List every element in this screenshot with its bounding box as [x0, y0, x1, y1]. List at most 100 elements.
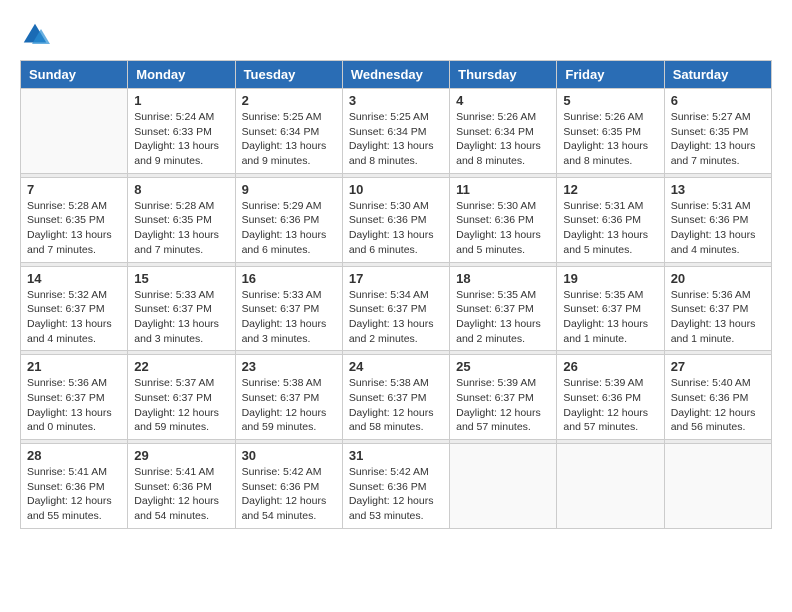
day-number: 23	[242, 359, 336, 374]
day-info: Sunrise: 5:32 AM Sunset: 6:37 PM Dayligh…	[27, 288, 121, 347]
day-info: Sunrise: 5:35 AM Sunset: 6:37 PM Dayligh…	[456, 288, 550, 347]
day-info: Sunrise: 5:41 AM Sunset: 6:36 PM Dayligh…	[134, 465, 228, 524]
day-info: Sunrise: 5:37 AM Sunset: 6:37 PM Dayligh…	[134, 376, 228, 435]
day-number: 31	[349, 448, 443, 463]
day-number: 7	[27, 182, 121, 197]
day-info: Sunrise: 5:28 AM Sunset: 6:35 PM Dayligh…	[27, 199, 121, 258]
calendar-cell: 12 Sunrise: 5:31 AM Sunset: 6:36 PM Dayli…	[557, 177, 664, 262]
day-number: 29	[134, 448, 228, 463]
day-number: 1	[134, 93, 228, 108]
day-info: Sunrise: 5:42 AM Sunset: 6:36 PM Dayligh…	[349, 465, 443, 524]
calendar-header-row: SundayMondayTuesdayWednesdayThursdayFrid…	[21, 61, 772, 89]
day-number: 18	[456, 271, 550, 286]
day-info: Sunrise: 5:27 AM Sunset: 6:35 PM Dayligh…	[671, 110, 765, 169]
day-info: Sunrise: 5:36 AM Sunset: 6:37 PM Dayligh…	[27, 376, 121, 435]
calendar-cell: 5 Sunrise: 5:26 AM Sunset: 6:35 PM Daylig…	[557, 89, 664, 174]
day-number: 21	[27, 359, 121, 374]
day-number: 12	[563, 182, 657, 197]
day-info: Sunrise: 5:25 AM Sunset: 6:34 PM Dayligh…	[349, 110, 443, 169]
day-number: 6	[671, 93, 765, 108]
day-number: 19	[563, 271, 657, 286]
calendar-cell: 7 Sunrise: 5:28 AM Sunset: 6:35 PM Daylig…	[21, 177, 128, 262]
day-info: Sunrise: 5:31 AM Sunset: 6:36 PM Dayligh…	[563, 199, 657, 258]
calendar-cell: 8 Sunrise: 5:28 AM Sunset: 6:35 PM Daylig…	[128, 177, 235, 262]
calendar-cell: 29 Sunrise: 5:41 AM Sunset: 6:36 PM Dayli…	[128, 444, 235, 529]
day-info: Sunrise: 5:28 AM Sunset: 6:35 PM Dayligh…	[134, 199, 228, 258]
col-header-monday: Monday	[128, 61, 235, 89]
day-number: 25	[456, 359, 550, 374]
day-info: Sunrise: 5:26 AM Sunset: 6:35 PM Dayligh…	[563, 110, 657, 169]
week-row-5: 28 Sunrise: 5:41 AM Sunset: 6:36 PM Dayli…	[21, 444, 772, 529]
calendar-cell: 9 Sunrise: 5:29 AM Sunset: 6:36 PM Daylig…	[235, 177, 342, 262]
day-number: 30	[242, 448, 336, 463]
col-header-sunday: Sunday	[21, 61, 128, 89]
day-number: 3	[349, 93, 443, 108]
week-row-1: 1 Sunrise: 5:24 AM Sunset: 6:33 PM Daylig…	[21, 89, 772, 174]
day-number: 5	[563, 93, 657, 108]
day-number: 17	[349, 271, 443, 286]
calendar-cell: 4 Sunrise: 5:26 AM Sunset: 6:34 PM Daylig…	[450, 89, 557, 174]
day-number: 14	[27, 271, 121, 286]
day-info: Sunrise: 5:29 AM Sunset: 6:36 PM Dayligh…	[242, 199, 336, 258]
day-number: 2	[242, 93, 336, 108]
calendar-cell: 19 Sunrise: 5:35 AM Sunset: 6:37 PM Dayli…	[557, 266, 664, 351]
page-header	[20, 20, 772, 50]
calendar-cell: 10 Sunrise: 5:30 AM Sunset: 6:36 PM Dayli…	[342, 177, 449, 262]
day-info: Sunrise: 5:38 AM Sunset: 6:37 PM Dayligh…	[242, 376, 336, 435]
day-number: 11	[456, 182, 550, 197]
day-info: Sunrise: 5:30 AM Sunset: 6:36 PM Dayligh…	[456, 199, 550, 258]
day-number: 16	[242, 271, 336, 286]
day-info: Sunrise: 5:35 AM Sunset: 6:37 PM Dayligh…	[563, 288, 657, 347]
week-row-2: 7 Sunrise: 5:28 AM Sunset: 6:35 PM Daylig…	[21, 177, 772, 262]
week-row-3: 14 Sunrise: 5:32 AM Sunset: 6:37 PM Dayli…	[21, 266, 772, 351]
day-info: Sunrise: 5:31 AM Sunset: 6:36 PM Dayligh…	[671, 199, 765, 258]
col-header-tuesday: Tuesday	[235, 61, 342, 89]
calendar-cell: 26Sunrise: 5:39 AM Sunset: 6:36 PM Dayli…	[557, 355, 664, 440]
calendar-cell: 31 Sunrise: 5:42 AM Sunset: 6:36 PM Dayli…	[342, 444, 449, 529]
day-info: Sunrise: 5:33 AM Sunset: 6:37 PM Dayligh…	[242, 288, 336, 347]
calendar-cell: 11 Sunrise: 5:30 AM Sunset: 6:36 PM Dayli…	[450, 177, 557, 262]
day-info: Sunrise: 5:30 AM Sunset: 6:36 PM Dayligh…	[349, 199, 443, 258]
day-number: 24	[349, 359, 443, 374]
calendar-cell: 18 Sunrise: 5:35 AM Sunset: 6:37 PM Dayli…	[450, 266, 557, 351]
day-info: Sunrise: 5:26 AM Sunset: 6:34 PM Dayligh…	[456, 110, 550, 169]
day-number: 9	[242, 182, 336, 197]
calendar-cell	[557, 444, 664, 529]
day-info: Sunrise: 5:24 AM Sunset: 6:33 PM Dayligh…	[134, 110, 228, 169]
day-info: Sunrise: 5:34 AM Sunset: 6:37 PM Dayligh…	[349, 288, 443, 347]
day-info: Sunrise: 5:36 AM Sunset: 6:37 PM Dayligh…	[671, 288, 765, 347]
day-number: 4	[456, 93, 550, 108]
calendar-cell: 22 Sunrise: 5:37 AM Sunset: 6:37 PM Dayli…	[128, 355, 235, 440]
day-number: 27	[671, 359, 765, 374]
calendar-cell: 13Sunrise: 5:31 AM Sunset: 6:36 PM Dayli…	[664, 177, 771, 262]
day-info: Sunrise: 5:33 AM Sunset: 6:37 PM Dayligh…	[134, 288, 228, 347]
calendar-cell: 14 Sunrise: 5:32 AM Sunset: 6:37 PM Dayli…	[21, 266, 128, 351]
calendar-cell: 25 Sunrise: 5:39 AM Sunset: 6:37 PM Dayli…	[450, 355, 557, 440]
logo	[20, 20, 52, 50]
calendar-cell: 30 Sunrise: 5:42 AM Sunset: 6:36 PM Dayli…	[235, 444, 342, 529]
day-info: Sunrise: 5:25 AM Sunset: 6:34 PM Dayligh…	[242, 110, 336, 169]
calendar-cell: 17 Sunrise: 5:34 AM Sunset: 6:37 PM Dayli…	[342, 266, 449, 351]
calendar-cell: 2 Sunrise: 5:25 AM Sunset: 6:34 PM Daylig…	[235, 89, 342, 174]
col-header-friday: Friday	[557, 61, 664, 89]
week-row-4: 21 Sunrise: 5:36 AM Sunset: 6:37 PM Dayli…	[21, 355, 772, 440]
calendar-cell: 24 Sunrise: 5:38 AM Sunset: 6:37 PM Dayli…	[342, 355, 449, 440]
day-info: Sunrise: 5:38 AM Sunset: 6:37 PM Dayligh…	[349, 376, 443, 435]
calendar-cell	[450, 444, 557, 529]
day-number: 8	[134, 182, 228, 197]
day-number: 10	[349, 182, 443, 197]
day-number: 28	[27, 448, 121, 463]
day-number: 15	[134, 271, 228, 286]
calendar-cell: 1 Sunrise: 5:24 AM Sunset: 6:33 PM Daylig…	[128, 89, 235, 174]
calendar-cell: 23 Sunrise: 5:38 AM Sunset: 6:37 PM Dayli…	[235, 355, 342, 440]
calendar-cell: 27Sunrise: 5:40 AM Sunset: 6:36 PM Dayli…	[664, 355, 771, 440]
day-number: 20	[671, 271, 765, 286]
day-info: Sunrise: 5:39 AM Sunset: 6:37 PM Dayligh…	[456, 376, 550, 435]
day-number: 22	[134, 359, 228, 374]
calendar-cell: 21 Sunrise: 5:36 AM Sunset: 6:37 PM Dayli…	[21, 355, 128, 440]
day-info: Sunrise: 5:42 AM Sunset: 6:36 PM Dayligh…	[242, 465, 336, 524]
day-info: Sunrise: 5:39 AM Sunset: 6:36 PM Dayligh…	[563, 376, 657, 435]
calendar-cell	[21, 89, 128, 174]
calendar-cell: 3 Sunrise: 5:25 AM Sunset: 6:34 PM Daylig…	[342, 89, 449, 174]
calendar-cell: 28Sunrise: 5:41 AM Sunset: 6:36 PM Dayli…	[21, 444, 128, 529]
